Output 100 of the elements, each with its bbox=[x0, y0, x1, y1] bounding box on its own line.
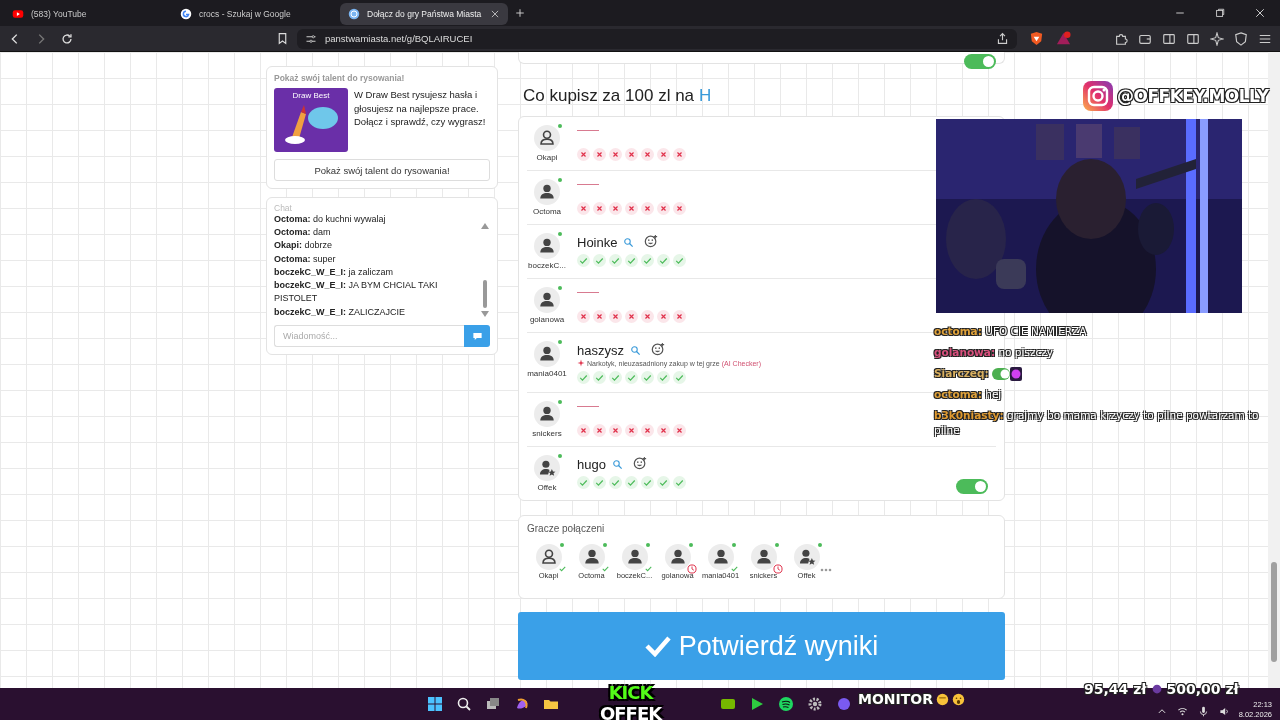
cross-icon[interactable] bbox=[673, 202, 686, 215]
bookmark-icon[interactable] bbox=[276, 32, 289, 45]
cross-icon[interactable] bbox=[657, 148, 670, 161]
shield-outline-icon[interactable] bbox=[1234, 31, 1248, 46]
empty-answer-line bbox=[577, 292, 599, 293]
cross-icon[interactable] bbox=[657, 310, 670, 323]
user-outline-icon bbox=[534, 125, 560, 151]
restore-icon[interactable] bbox=[1214, 7, 1226, 19]
browser-tab[interactable]: (583) YouTube bbox=[4, 3, 172, 25]
scrollbar-thumb[interactable] bbox=[1271, 562, 1277, 662]
orb-icon[interactable] bbox=[836, 696, 852, 712]
cross-icon[interactable] bbox=[641, 310, 654, 323]
play-icon[interactable] bbox=[749, 696, 765, 712]
cross-icon[interactable] bbox=[657, 424, 670, 437]
check-icon[interactable] bbox=[593, 371, 606, 384]
check-icon[interactable] bbox=[593, 254, 606, 267]
cross-icon[interactable] bbox=[625, 202, 638, 215]
cross-icon[interactable] bbox=[593, 310, 606, 323]
promo-button[interactable]: Pokaż swój talent do rysowania! bbox=[274, 159, 490, 181]
check-icon[interactable] bbox=[657, 254, 670, 267]
check-icon[interactable] bbox=[673, 476, 686, 489]
cross-icon[interactable] bbox=[657, 202, 670, 215]
shield-icon[interactable] bbox=[1029, 31, 1044, 46]
network-icon[interactable] bbox=[1176, 705, 1188, 717]
cross-icon[interactable] bbox=[593, 148, 606, 161]
windows-stack-icon[interactable] bbox=[485, 696, 501, 712]
close-icon[interactable] bbox=[1254, 7, 1266, 19]
cross-icon[interactable] bbox=[609, 310, 622, 323]
channel-name: OFFEK bbox=[600, 703, 662, 720]
promo-image-title: Draw Best bbox=[292, 91, 330, 100]
cross-icon[interactable] bbox=[609, 424, 622, 437]
check-icon[interactable] bbox=[577, 254, 590, 267]
swirl-icon[interactable] bbox=[514, 696, 530, 712]
check-icon[interactable] bbox=[593, 476, 606, 489]
cross-icon[interactable] bbox=[641, 424, 654, 437]
check-icon[interactable] bbox=[625, 476, 638, 489]
toggle-switch[interactable] bbox=[964, 54, 996, 69]
browser-tab[interactable]: crocs - Szukaj w Google bbox=[172, 3, 340, 25]
cross-icon[interactable] bbox=[625, 424, 638, 437]
cross-icon[interactable] bbox=[625, 310, 638, 323]
close-icon[interactable] bbox=[490, 9, 500, 19]
check-icon[interactable] bbox=[641, 254, 654, 267]
scroll-down-icon[interactable] bbox=[481, 311, 489, 317]
toggle-switch[interactable] bbox=[956, 479, 988, 494]
check-icon[interactable] bbox=[641, 476, 654, 489]
check-icon[interactable] bbox=[609, 371, 622, 384]
emoji-add-icon[interactable] bbox=[644, 233, 659, 248]
sidebar-icon[interactable] bbox=[1162, 31, 1176, 46]
cross-icon[interactable] bbox=[673, 148, 686, 161]
gear-icon[interactable] bbox=[807, 696, 823, 712]
address-bar[interactable]: panstwamiasta.net/g/BQLAIRUCEI bbox=[297, 28, 1017, 49]
browser-tab[interactable]: Dołącz do gry Państwa Miasta bbox=[340, 3, 508, 25]
sparkle-icon[interactable] bbox=[1210, 31, 1224, 46]
scroll-up-icon[interactable] bbox=[481, 223, 489, 229]
site-settings-icon bbox=[305, 32, 317, 45]
check-icon[interactable] bbox=[609, 254, 622, 267]
check-icon[interactable] bbox=[657, 371, 670, 384]
windows-icon[interactable] bbox=[427, 696, 443, 712]
microphone-icon[interactable] bbox=[1197, 705, 1209, 717]
check-icon[interactable] bbox=[609, 476, 622, 489]
spotify-icon[interactable] bbox=[778, 696, 794, 712]
search-icon[interactable] bbox=[456, 696, 472, 712]
new-tab-icon[interactable] bbox=[514, 7, 526, 19]
cross-icon[interactable] bbox=[577, 202, 590, 215]
google-icon bbox=[180, 8, 192, 20]
cross-icon[interactable] bbox=[641, 202, 654, 215]
emoji-add-icon[interactable] bbox=[650, 341, 665, 356]
cross-icon[interactable] bbox=[609, 202, 622, 215]
cross-icon[interactable] bbox=[577, 148, 590, 161]
check-icon[interactable] bbox=[577, 476, 590, 489]
cross-icon[interactable] bbox=[577, 424, 590, 437]
cross-icon[interactable] bbox=[641, 148, 654, 161]
triangle-icon[interactable] bbox=[1056, 31, 1071, 46]
puzzle-icon[interactable] bbox=[1114, 31, 1128, 46]
reload-icon[interactable] bbox=[60, 31, 74, 46]
cross-icon[interactable] bbox=[593, 202, 606, 215]
cross-icon[interactable] bbox=[593, 424, 606, 437]
chat-scrollbar-thumb[interactable] bbox=[483, 280, 487, 308]
panel-icon[interactable] bbox=[1186, 31, 1200, 46]
check-icon[interactable] bbox=[641, 371, 654, 384]
send-button[interactable] bbox=[464, 325, 490, 347]
scrollbar[interactable] bbox=[1268, 52, 1280, 688]
check-icon[interactable] bbox=[625, 254, 638, 267]
emoji-add-icon[interactable] bbox=[632, 455, 647, 470]
message-input[interactable]: Wiadomość... bbox=[274, 325, 464, 347]
nvidia-icon[interactable] bbox=[720, 696, 736, 712]
cross-icon[interactable] bbox=[625, 148, 638, 161]
check-icon[interactable] bbox=[673, 254, 686, 267]
cross-icon[interactable] bbox=[577, 310, 590, 323]
cross-icon[interactable] bbox=[609, 148, 622, 161]
promo-description: W Draw Best rysujesz hasła i głosujesz na najlepsze prace. Dołącz i sprawdź, czy wygrasz! bbox=[354, 88, 487, 129]
check-icon[interactable] bbox=[625, 371, 638, 384]
check-icon[interactable] bbox=[657, 476, 670, 489]
share-icon[interactable] bbox=[996, 32, 1009, 45]
chat-message: octoma: UFO CIE NAMIERZA bbox=[934, 324, 1089, 339]
cross-icon[interactable] bbox=[673, 424, 686, 437]
cross-icon[interactable] bbox=[673, 310, 686, 323]
check-icon[interactable] bbox=[577, 371, 590, 384]
chevron-up-icon[interactable] bbox=[1156, 706, 1167, 716]
check-icon[interactable] bbox=[673, 371, 686, 384]
